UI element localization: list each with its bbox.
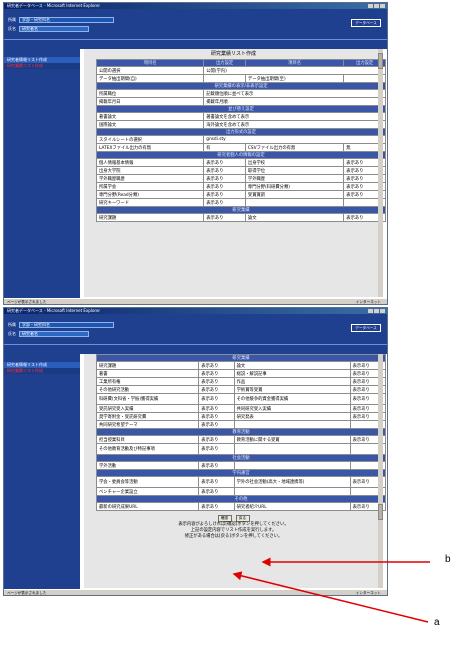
callout-label-b: b: [445, 554, 451, 565]
callout-arrow-a: [232, 571, 429, 623]
callout-label-a: a: [434, 617, 440, 628]
callout-arrows: [232, 557, 430, 623]
